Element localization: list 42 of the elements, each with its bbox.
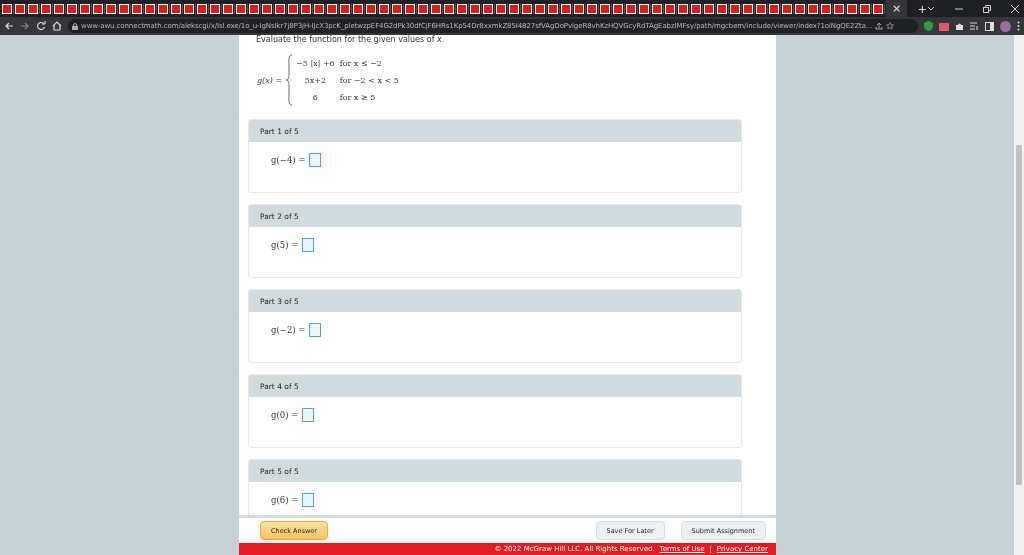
more-menu-icon[interactable] xyxy=(1017,21,1020,31)
answer-box[interactable] xyxy=(302,408,315,422)
math-prompt: g(6) = xyxy=(271,494,299,507)
brace-drawing xyxy=(285,54,294,106)
extension-icon[interactable] xyxy=(939,21,949,31)
shield-icon[interactable] xyxy=(924,21,933,31)
avatar-icon[interactable] xyxy=(1000,20,1011,32)
case-condition: for x ≥ 5 xyxy=(339,92,377,102)
back-arrow-icon[interactable] xyxy=(4,21,14,31)
reading-list-icon[interactable] xyxy=(970,22,979,30)
reload-icon[interactable] xyxy=(36,21,46,31)
home-icon[interactable] xyxy=(52,21,62,31)
scrollbar[interactable] xyxy=(1014,35,1024,555)
chevron-down-icon[interactable] xyxy=(927,5,936,12)
case-expression: −5 |x| +6 xyxy=(296,58,335,68)
math-prompt: g(−4) = xyxy=(271,154,306,167)
answer-box[interactable] xyxy=(302,238,315,252)
star-icon[interactable] xyxy=(886,22,895,30)
forward-arrow-icon[interactable] xyxy=(20,21,30,31)
restore-icon[interactable] xyxy=(983,4,992,13)
close-icon[interactable] xyxy=(1011,4,1020,13)
share-icon[interactable] xyxy=(875,22,884,30)
case-expression: 5x+2 xyxy=(303,75,328,85)
math-prompt: g(−2) = xyxy=(271,324,306,337)
math-prompt: g(0) = xyxy=(271,409,299,422)
address-bar[interactable] xyxy=(68,19,918,33)
answer-box[interactable] xyxy=(309,323,322,337)
minimize-icon[interactable] xyxy=(955,5,964,12)
scrollbar-thumb[interactable] xyxy=(1016,145,1022,485)
active-tab[interactable]: × xyxy=(886,0,908,17)
new-tab-button[interactable]: + xyxy=(918,0,927,17)
case-expression: 6 xyxy=(311,92,319,102)
answer-box[interactable] xyxy=(302,493,315,507)
side-panel-icon[interactable] xyxy=(985,21,994,31)
instruction-text: Evaluate the function for the given values of x. xyxy=(256,35,446,44)
case-condition: for −2 < x < 5 xyxy=(339,75,399,85)
lock-icon xyxy=(72,22,78,30)
tab-close-button[interactable]: × xyxy=(892,2,902,15)
math-prompt: g(5) = xyxy=(271,239,299,252)
function-name: g(x) = xyxy=(257,75,283,85)
case-condition: for x ≤ −2 xyxy=(339,58,383,68)
answer-box[interactable] xyxy=(309,153,322,167)
